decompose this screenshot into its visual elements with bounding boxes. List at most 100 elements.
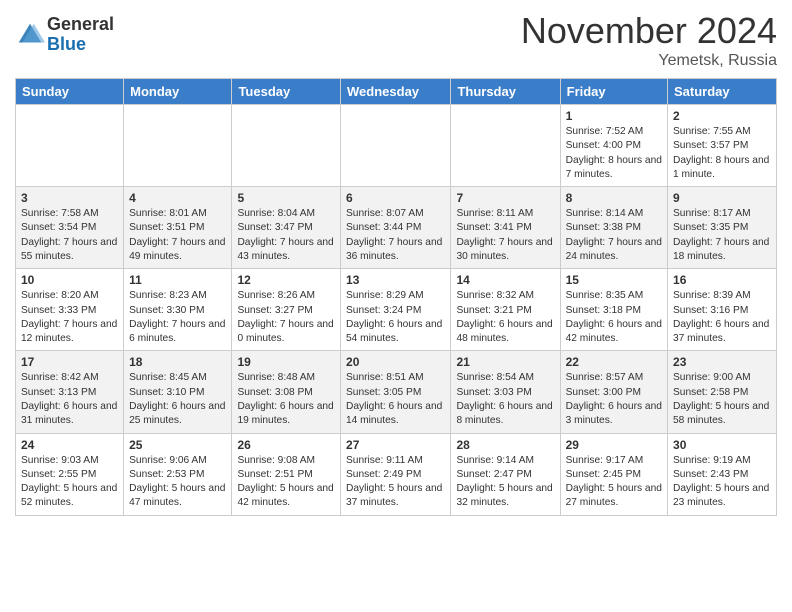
day-number: 20 xyxy=(346,355,445,369)
calendar-day-header: Thursday xyxy=(451,79,560,105)
day-number: 21 xyxy=(456,355,554,369)
calendar-day-cell xyxy=(124,105,232,187)
day-info: Sunrise: 8:57 AMSunset: 3:00 PMDaylight:… xyxy=(566,371,662,428)
day-info: Sunrise: 7:58 AMSunset: 3:54 PMDaylight:… xyxy=(21,207,118,264)
day-number: 11 xyxy=(129,273,226,287)
day-info: Sunrise: 9:19 AMSunset: 2:43 PMDaylight:… xyxy=(673,454,771,511)
day-number: 12 xyxy=(237,273,335,287)
calendar-day-cell: 15 Sunrise: 8:35 AMSunset: 3:18 PMDayligh… xyxy=(560,269,667,351)
day-number: 19 xyxy=(237,355,335,369)
day-info: Sunrise: 8:39 AMSunset: 3:16 PMDaylight:… xyxy=(673,289,771,346)
day-info: Sunrise: 8:32 AMSunset: 3:21 PMDaylight:… xyxy=(456,289,554,346)
calendar-day-cell: 18Sunrise: 8:45 AMSunset: 3:10 PMDayligh… xyxy=(124,351,232,433)
calendar-day-cell: 28 Sunrise: 9:14 AMSunset: 2:47 PMDayligh… xyxy=(451,433,560,515)
day-number: 28 xyxy=(456,438,554,452)
day-info: Sunrise: 7:55 AMSunset: 3:57 PMDaylight:… xyxy=(673,125,771,182)
title-block: November 2024 Yemetsk, Russia xyxy=(521,10,777,70)
calendar-day-cell: 11 Sunrise: 8:23 AMSunset: 3:30 PMDayligh… xyxy=(124,269,232,351)
day-info: Sunrise: 8:29 AMSunset: 3:24 PMDaylight:… xyxy=(346,289,445,346)
logo: General Blue xyxy=(15,15,114,55)
logo-blue-text: Blue xyxy=(47,35,114,55)
day-number: 22 xyxy=(566,355,662,369)
calendar-day-cell: 30Sunrise: 9:19 AMSunset: 2:43 PMDayligh… xyxy=(668,433,777,515)
day-info: Sunrise: 9:00 AMSunset: 2:58 PMDaylight:… xyxy=(673,371,771,428)
calendar-day-cell: 7 Sunrise: 8:11 AMSunset: 3:41 PMDaylight… xyxy=(451,187,560,269)
day-number: 29 xyxy=(566,438,662,452)
calendar-day-cell: 27 Sunrise: 9:11 AMSunset: 2:49 PMDayligh… xyxy=(341,433,451,515)
calendar-day-cell: 12 Sunrise: 8:26 AMSunset: 3:27 PMDayligh… xyxy=(232,269,341,351)
logo-text: General Blue xyxy=(47,15,114,55)
day-number: 16 xyxy=(673,273,771,287)
calendar-day-header: Sunday xyxy=(16,79,124,105)
calendar-day-cell xyxy=(341,105,451,187)
day-info: Sunrise: 8:20 AMSunset: 3:33 PMDaylight:… xyxy=(21,289,118,346)
day-info: Sunrise: 8:48 AMSunset: 3:08 PMDaylight:… xyxy=(237,371,335,428)
day-number: 14 xyxy=(456,273,554,287)
calendar-day-cell: 10 Sunrise: 8:20 AMSunset: 3:33 PMDayligh… xyxy=(16,269,124,351)
logo-icon xyxy=(15,20,45,50)
day-info: Sunrise: 8:51 AMSunset: 3:05 PMDaylight:… xyxy=(346,371,445,428)
day-number: 13 xyxy=(346,273,445,287)
calendar-table: SundayMondayTuesdayWednesdayThursdayFrid… xyxy=(15,78,777,516)
day-number: 24 xyxy=(21,438,118,452)
calendar-day-cell: 4Sunrise: 8:01 AMSunset: 3:51 PMDaylight… xyxy=(124,187,232,269)
calendar-header-row: SundayMondayTuesdayWednesdayThursdayFrid… xyxy=(16,79,777,105)
day-number: 23 xyxy=(673,355,771,369)
day-info: Sunrise: 9:08 AMSunset: 2:51 PMDaylight:… xyxy=(237,454,335,511)
day-number: 17 xyxy=(21,355,118,369)
calendar-day-header: Friday xyxy=(560,79,667,105)
day-number: 26 xyxy=(237,438,335,452)
month-title: November 2024 xyxy=(521,10,777,52)
calendar-day-cell: 23 Sunrise: 9:00 AMSunset: 2:58 PMDayligh… xyxy=(668,351,777,433)
day-info: Sunrise: 8:42 AMSunset: 3:13 PMDaylight:… xyxy=(21,371,118,428)
page-container: General Blue November 2024 Yemetsk, Russ… xyxy=(0,0,792,526)
calendar-day-cell: 8 Sunrise: 8:14 AMSunset: 3:38 PMDaylight… xyxy=(560,187,667,269)
calendar-day-header: Tuesday xyxy=(232,79,341,105)
calendar-week-row: 24 Sunrise: 9:03 AMSunset: 2:55 PMDayligh… xyxy=(16,433,777,515)
calendar-day-cell: 21 Sunrise: 8:54 AMSunset: 3:03 PMDayligh… xyxy=(451,351,560,433)
day-info: Sunrise: 8:26 AMSunset: 3:27 PMDaylight:… xyxy=(237,289,335,346)
day-number: 8 xyxy=(566,191,662,205)
day-number: 9 xyxy=(673,191,771,205)
day-number: 27 xyxy=(346,438,445,452)
calendar-day-cell: 13 Sunrise: 8:29 AMSunset: 3:24 PMDayligh… xyxy=(341,269,451,351)
day-number: 7 xyxy=(456,191,554,205)
day-number: 4 xyxy=(129,191,226,205)
day-info: Sunrise: 9:06 AMSunset: 2:53 PMDaylight:… xyxy=(129,454,226,511)
calendar-day-cell xyxy=(16,105,124,187)
day-number: 5 xyxy=(237,191,335,205)
day-info: Sunrise: 7:52 AMSunset: 4:00 PMDaylight:… xyxy=(566,125,662,182)
calendar-day-cell: 24 Sunrise: 9:03 AMSunset: 2:55 PMDayligh… xyxy=(16,433,124,515)
page-header: General Blue November 2024 Yemetsk, Russ… xyxy=(15,10,777,70)
location: Yemetsk, Russia xyxy=(521,52,777,70)
calendar-week-row: 10 Sunrise: 8:20 AMSunset: 3:33 PMDayligh… xyxy=(16,269,777,351)
calendar-day-cell: 20 Sunrise: 8:51 AMSunset: 3:05 PMDayligh… xyxy=(341,351,451,433)
calendar-day-cell: 2 Sunrise: 7:55 AMSunset: 3:57 PMDaylight… xyxy=(668,105,777,187)
day-info: Sunrise: 8:11 AMSunset: 3:41 PMDaylight:… xyxy=(456,207,554,264)
day-info: Sunrise: 8:54 AMSunset: 3:03 PMDaylight:… xyxy=(456,371,554,428)
calendar-day-header: Monday xyxy=(124,79,232,105)
day-number: 2 xyxy=(673,109,771,123)
day-info: Sunrise: 9:11 AMSunset: 2:49 PMDaylight:… xyxy=(346,454,445,511)
calendar-day-cell: 3Sunrise: 7:58 AMSunset: 3:54 PMDaylight… xyxy=(16,187,124,269)
day-info: Sunrise: 8:14 AMSunset: 3:38 PMDaylight:… xyxy=(566,207,662,264)
day-number: 10 xyxy=(21,273,118,287)
calendar-day-cell: 26 Sunrise: 9:08 AMSunset: 2:51 PMDayligh… xyxy=(232,433,341,515)
day-number: 15 xyxy=(566,273,662,287)
calendar-day-cell: 17 Sunrise: 8:42 AMSunset: 3:13 PMDayligh… xyxy=(16,351,124,433)
day-info: Sunrise: 9:03 AMSunset: 2:55 PMDaylight:… xyxy=(21,454,118,511)
calendar-week-row: 1 Sunrise: 7:52 AMSunset: 4:00 PMDaylight… xyxy=(16,105,777,187)
day-number: 25 xyxy=(129,438,226,452)
calendar-day-cell: 14 Sunrise: 8:32 AMSunset: 3:21 PMDayligh… xyxy=(451,269,560,351)
day-info: Sunrise: 8:04 AMSunset: 3:47 PMDaylight:… xyxy=(237,207,335,264)
day-number: 1 xyxy=(566,109,662,123)
day-info: Sunrise: 8:23 AMSunset: 3:30 PMDaylight:… xyxy=(129,289,226,346)
day-info: Sunrise: 8:07 AMSunset: 3:44 PMDaylight:… xyxy=(346,207,445,264)
day-info: Sunrise: 8:35 AMSunset: 3:18 PMDaylight:… xyxy=(566,289,662,346)
day-info: Sunrise: 9:14 AMSunset: 2:47 PMDaylight:… xyxy=(456,454,554,511)
calendar-day-cell: 16 Sunrise: 8:39 AMSunset: 3:16 PMDayligh… xyxy=(668,269,777,351)
calendar-week-row: 17 Sunrise: 8:42 AMSunset: 3:13 PMDayligh… xyxy=(16,351,777,433)
day-number: 18 xyxy=(129,355,226,369)
calendar-day-header: Wednesday xyxy=(341,79,451,105)
calendar-day-cell: 6Sunrise: 8:07 AMSunset: 3:44 PMDaylight… xyxy=(341,187,451,269)
